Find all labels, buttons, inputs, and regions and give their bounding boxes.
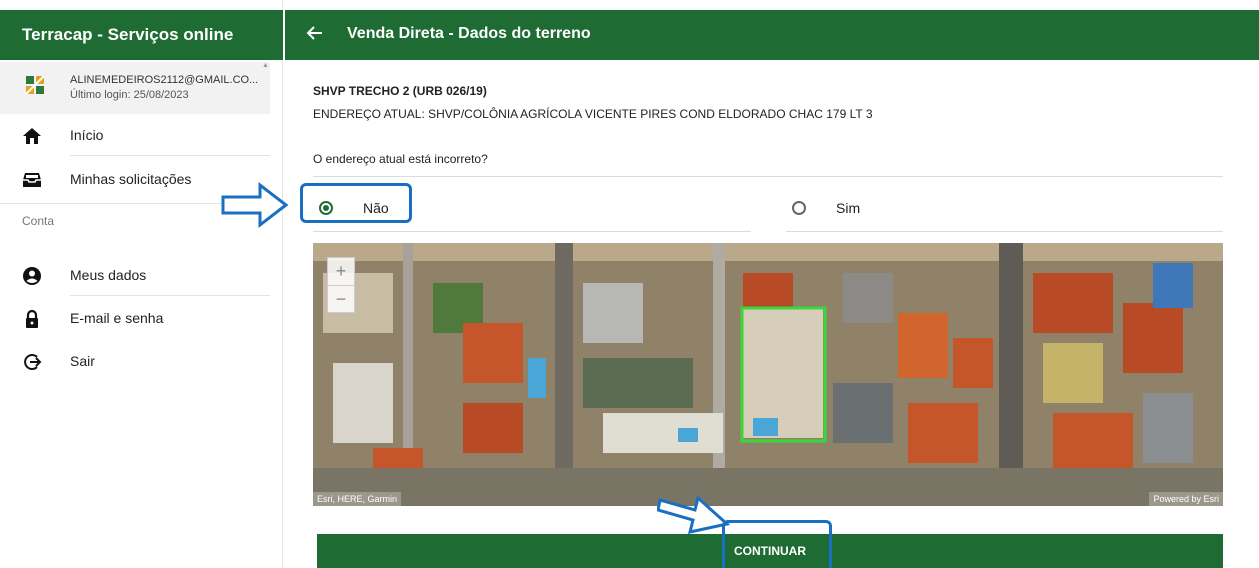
address-question: O endereço atual está incorreto? (313, 152, 488, 166)
satellite-map[interactable]: + − Esri, HERE, Garmin Powered by Esri (313, 243, 1223, 506)
sidebar-item-label: E-mail e senha (70, 310, 164, 326)
user-last-login: Último login: 25/08/2023 (70, 89, 189, 101)
map-powered-by[interactable]: Powered by Esri (1149, 492, 1223, 506)
radio-option-sim[interactable]: Sim (786, 192, 1223, 232)
page-title: Venda Direta - Dados do terreno (347, 25, 591, 42)
back-arrow-icon[interactable] (305, 23, 325, 43)
lot-title: SHVP TRECHO 2 (URB 026/19) (313, 84, 487, 98)
map-zoom-control: + − (327, 257, 355, 313)
zoom-in-button[interactable]: + (328, 258, 354, 285)
divider (786, 231, 1223, 232)
annotation-highlight-nao (300, 183, 412, 223)
sidebar-item-label: Sair (70, 353, 95, 369)
sidebar-item-inicio[interactable]: Início (0, 116, 270, 156)
user-card: ALINEMEDEIROS2112@GMAIL.CO... Último log… (0, 62, 270, 114)
inbox-icon (23, 173, 41, 187)
radio-label: Sim (836, 200, 861, 216)
zoom-out-button[interactable]: − (328, 285, 354, 312)
sidebar-item-label: Meus dados (70, 267, 147, 283)
divider (70, 295, 270, 296)
sidebar-item-email-senha[interactable]: E-mail e senha (0, 299, 270, 339)
account-circle-icon (23, 267, 41, 285)
map-attribution[interactable]: Esri, HERE, Garmin (313, 492, 402, 506)
annotation-highlight-continue (722, 520, 832, 568)
sidebar-item-label: Minhas solicitações (70, 171, 192, 187)
divider (313, 231, 751, 232)
sidebar-item-meus-dados[interactable]: Meus dados (0, 256, 270, 296)
section-label: Conta (22, 214, 55, 228)
sidebar: Terracap - Serviços online ALINEMEDEIROS… (0, 0, 283, 568)
sidebar-item-sair[interactable]: Sair (0, 342, 270, 382)
scroll-up-icon[interactable]: ▲ (262, 62, 270, 70)
main-content: SHVP TRECHO 2 (URB 026/19) ENDEREÇO ATUA… (285, 60, 1259, 568)
terracap-logo-icon (25, 75, 45, 95)
radio-unchecked-icon[interactable] (792, 201, 806, 215)
sidebar-header-title: Terracap - Serviços online (0, 10, 283, 60)
divider (70, 155, 270, 156)
lock-icon (26, 309, 38, 328)
divider (313, 176, 1223, 177)
satellite-imagery (313, 243, 1223, 506)
annotation-arrow-right-icon (221, 181, 289, 229)
sidebar-item-label: Início (70, 127, 104, 143)
app-bar: Venda Direta - Dados do terreno (285, 10, 1259, 60)
home-icon (23, 128, 41, 144)
app-root: Terracap - Serviços online ALINEMEDEIROS… (0, 0, 1259, 568)
logout-icon (24, 354, 42, 370)
lot-address: ENDEREÇO ATUAL: SHVP/COLÔNIA AGRÍCOLA VI… (313, 107, 873, 121)
user-email: ALINEMEDEIROS2112@GMAIL.CO... (70, 74, 259, 86)
